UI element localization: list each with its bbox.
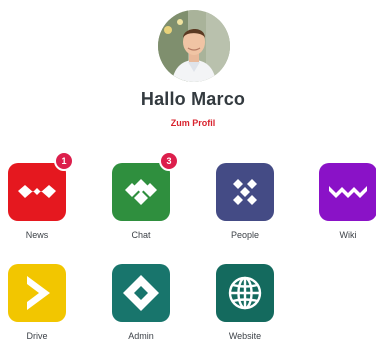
chat-app-tile[interactable] bbox=[112, 163, 170, 221]
news-logo-icon bbox=[18, 185, 56, 198]
chat-notification-badge: 3 bbox=[159, 151, 179, 171]
drive-app-tile[interactable] bbox=[8, 264, 66, 322]
chat-app-label: Chat bbox=[131, 230, 151, 240]
globe-icon bbox=[228, 276, 262, 310]
drive-app-label: Drive bbox=[26, 331, 48, 341]
greeting-title: Hallo Marco bbox=[140, 89, 246, 109]
drive-logo-icon bbox=[27, 276, 50, 310]
wiki-logo-icon bbox=[329, 186, 367, 198]
news-app-label: News bbox=[25, 230, 49, 240]
chat-logo-icon bbox=[125, 179, 157, 205]
news-notification-badge: 1 bbox=[54, 151, 74, 171]
people-app-tile[interactable] bbox=[216, 163, 274, 221]
wiki-app-tile[interactable] bbox=[319, 163, 376, 221]
people-logo-icon bbox=[233, 179, 257, 205]
user-avatar[interactable] bbox=[158, 10, 230, 82]
people-app-label: People bbox=[230, 230, 260, 240]
wiki-app-label: Wiki bbox=[339, 230, 357, 240]
website-app-tile[interactable] bbox=[216, 264, 274, 322]
admin-app-label: Admin bbox=[128, 331, 154, 341]
news-app-tile[interactable] bbox=[8, 163, 66, 221]
website-app-label: Website bbox=[228, 331, 262, 341]
profile-link[interactable]: Zum Profil bbox=[0, 118, 376, 128]
admin-app-tile[interactable] bbox=[112, 264, 170, 322]
admin-logo-icon bbox=[123, 275, 159, 311]
